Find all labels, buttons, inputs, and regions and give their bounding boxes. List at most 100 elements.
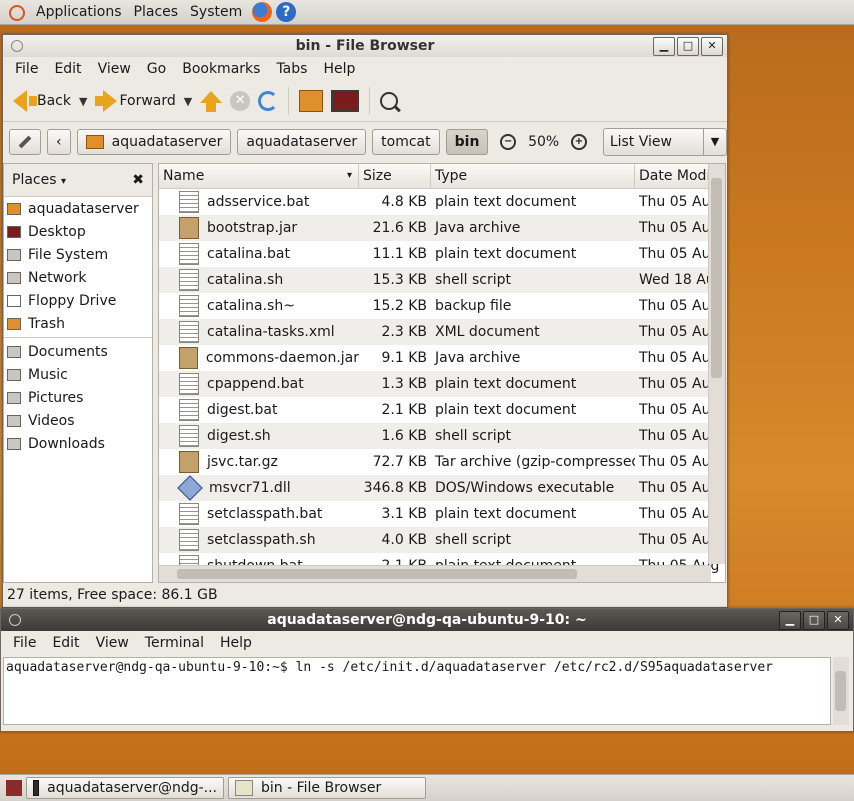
menu-tabs[interactable]: Tabs (268, 61, 315, 77)
table-row[interactable]: msvcr71.dll 346.8 KB DOS/Windows executabl… (159, 475, 725, 501)
sidebar-item-documents[interactable]: Documents (4, 340, 152, 363)
close-button[interactable]: ✕ (701, 37, 723, 56)
sidebar-item-file-system[interactable]: File System (4, 243, 152, 266)
system-menu[interactable]: System (184, 0, 248, 24)
menu-file[interactable]: File (7, 61, 46, 77)
forward-button[interactable]: Forward ▼ (91, 85, 196, 117)
show-desktop-icon[interactable] (6, 780, 22, 796)
terminal-icon (33, 780, 40, 796)
menu-help[interactable]: Help (212, 635, 260, 651)
table-row[interactable]: digest.bat 2.1 KB plain text document Thu 0… (159, 397, 725, 423)
back-arrow-icon (13, 90, 27, 112)
file-name: digest.sh (207, 428, 271, 444)
path-button-tomcat[interactable]: tomcat (372, 129, 440, 155)
computer-button[interactable] (327, 85, 363, 117)
menu-bookmarks[interactable]: Bookmarks (174, 61, 268, 77)
terminal-scrollbar[interactable] (833, 657, 849, 725)
menu-go[interactable]: Go (139, 61, 174, 77)
taskbar-item-file-browser[interactable]: bin - File Browser (228, 777, 426, 799)
maximize-button[interactable]: □ (677, 37, 699, 56)
sidebar-item-network[interactable]: Network (4, 266, 152, 289)
menu-terminal[interactable]: Terminal (137, 635, 212, 651)
vertical-scrollbar[interactable] (708, 164, 725, 564)
taskbar-item-terminal[interactable]: aquadataserver@ndg-... (26, 777, 224, 799)
file-type: plain text document (435, 376, 577, 392)
table-row[interactable]: catalina.sh~ 15.2 KB backup file Thu 05 Aug (159, 293, 725, 319)
menu-edit[interactable]: Edit (44, 635, 87, 651)
path-scroll-left-button[interactable]: ‹ (47, 129, 71, 155)
table-row[interactable]: setclasspath.sh 4.0 KB shell script Thu 05 … (159, 527, 725, 553)
forward-label: Forward (119, 93, 176, 109)
sidebar-item-pictures[interactable]: Pictures (4, 386, 152, 409)
view-mode-select[interactable]: List View ▼ (602, 128, 728, 156)
sidebar-group-bookmarks: Documents Music Pictures Videos Downloads (4, 340, 152, 455)
stop-button[interactable]: ✕ (226, 85, 254, 117)
menu-edit[interactable]: Edit (46, 61, 89, 77)
floppy-drive-icon (7, 294, 21, 307)
window-menu-icon[interactable] (9, 614, 21, 626)
close-sidebar-icon[interactable]: ✖ (132, 172, 144, 188)
scrollbar-thumb[interactable] (835, 671, 846, 711)
home-button[interactable] (295, 85, 327, 117)
column-header-size[interactable]: Size (359, 164, 431, 188)
close-button[interactable]: ✕ (827, 611, 849, 630)
sidebar-item-floppy-drive[interactable]: Floppy Drive (4, 289, 152, 312)
chevron-down-icon[interactable]: ▼ (79, 95, 87, 108)
menu-view[interactable]: View (90, 61, 139, 77)
search-button[interactable] (376, 85, 402, 117)
horizontal-scrollbar[interactable] (159, 565, 711, 582)
up-button[interactable] (196, 85, 226, 117)
ubuntu-logo-icon[interactable] (6, 2, 26, 22)
help-icon[interactable]: ? (276, 2, 297, 22)
zoom-out-icon[interactable]: − (500, 134, 517, 150)
scrollbar-thumb[interactable] (711, 178, 722, 378)
path-button-aquadataserver[interactable]: aquadataserver (237, 129, 367, 155)
sidebar-item-music[interactable]: Music (4, 363, 152, 386)
sidebar-item-desktop[interactable]: Desktop (4, 220, 152, 243)
maximize-button[interactable]: □ (803, 611, 825, 630)
terminal-output[interactable]: aquadataserver@ndg-qa-ubuntu-9-10:~$ ln … (3, 657, 831, 725)
sidebar-header[interactable]: Places ▾ ✖ (4, 164, 152, 197)
terminal-titlebar[interactable]: aquadataserver@ndg-qa-ubuntu-9-10: ~ ▁ □… (1, 609, 853, 631)
table-row[interactable]: bootstrap.jar 21.6 KB Java archive Thu 05 A… (159, 215, 725, 241)
text-file-icon (179, 321, 199, 343)
file-name-cell: catalina.bat (159, 243, 359, 265)
scrollbar-thumb[interactable] (177, 569, 577, 579)
sidebar-item-downloads[interactable]: Downloads (4, 432, 152, 455)
column-header-name[interactable]: Name ▾ (159, 164, 359, 188)
table-row[interactable]: jsvc.tar.gz 72.7 KB Tar archive (gzip-comp… (159, 449, 725, 475)
edit-location-button[interactable] (9, 129, 41, 155)
minimize-button[interactable]: ▁ (653, 37, 675, 56)
table-row[interactable]: catalina.bat 11.1 KB plain text document Th… (159, 241, 725, 267)
table-row[interactable]: adsservice.bat 4.8 KB plain text document T… (159, 189, 725, 215)
reload-button[interactable] (254, 85, 282, 117)
file-type: XML document (435, 324, 540, 340)
table-row[interactable]: catalina.sh 15.3 KB shell script Wed 18 Aug (159, 267, 725, 293)
file-browser-titlebar[interactable]: bin - File Browser ▁ □ ✕ (3, 35, 727, 57)
window-menu-icon[interactable] (11, 40, 23, 52)
menu-file[interactable]: File (5, 635, 44, 651)
sidebar-item-videos[interactable]: Videos (4, 409, 152, 432)
sidebar-item-aquadataserver[interactable]: aquadataserver (4, 197, 152, 220)
table-row[interactable]: catalina-tasks.xml 2.3 KB XML document Thu … (159, 319, 725, 345)
table-row[interactable]: cpappend.bat 1.3 KB plain text document Thu… (159, 371, 725, 397)
computer-icon (331, 90, 360, 112)
menu-help[interactable]: Help (315, 61, 363, 77)
back-button[interactable]: Back ▼ (9, 85, 91, 117)
zoom-in-icon[interactable]: + (571, 134, 587, 150)
chevron-down-icon[interactable]: ▼ (184, 95, 192, 108)
applications-menu[interactable]: Applications (30, 0, 128, 24)
table-row[interactable]: digest.sh 1.6 KB shell script Thu 05 Aug (159, 423, 725, 449)
sidebar-item-trash[interactable]: Trash (4, 312, 152, 335)
firefox-icon[interactable] (252, 2, 273, 22)
table-row[interactable]: setclasspath.bat 3.1 KB plain text documen… (159, 501, 725, 527)
path-button-home[interactable]: aquadataserver (76, 129, 232, 155)
menu-view[interactable]: View (88, 635, 137, 651)
table-row[interactable]: commons-daemon.jar 9.1 KB Java archive Thu … (159, 345, 725, 371)
places-menu[interactable]: Places (128, 0, 185, 24)
minimize-button[interactable]: ▁ (779, 611, 801, 630)
column-header-type[interactable]: Type (431, 164, 635, 188)
text-file-icon (179, 425, 199, 447)
file-name-cell: commons-daemon.jar (159, 347, 359, 369)
path-button-bin[interactable]: bin (445, 129, 489, 155)
